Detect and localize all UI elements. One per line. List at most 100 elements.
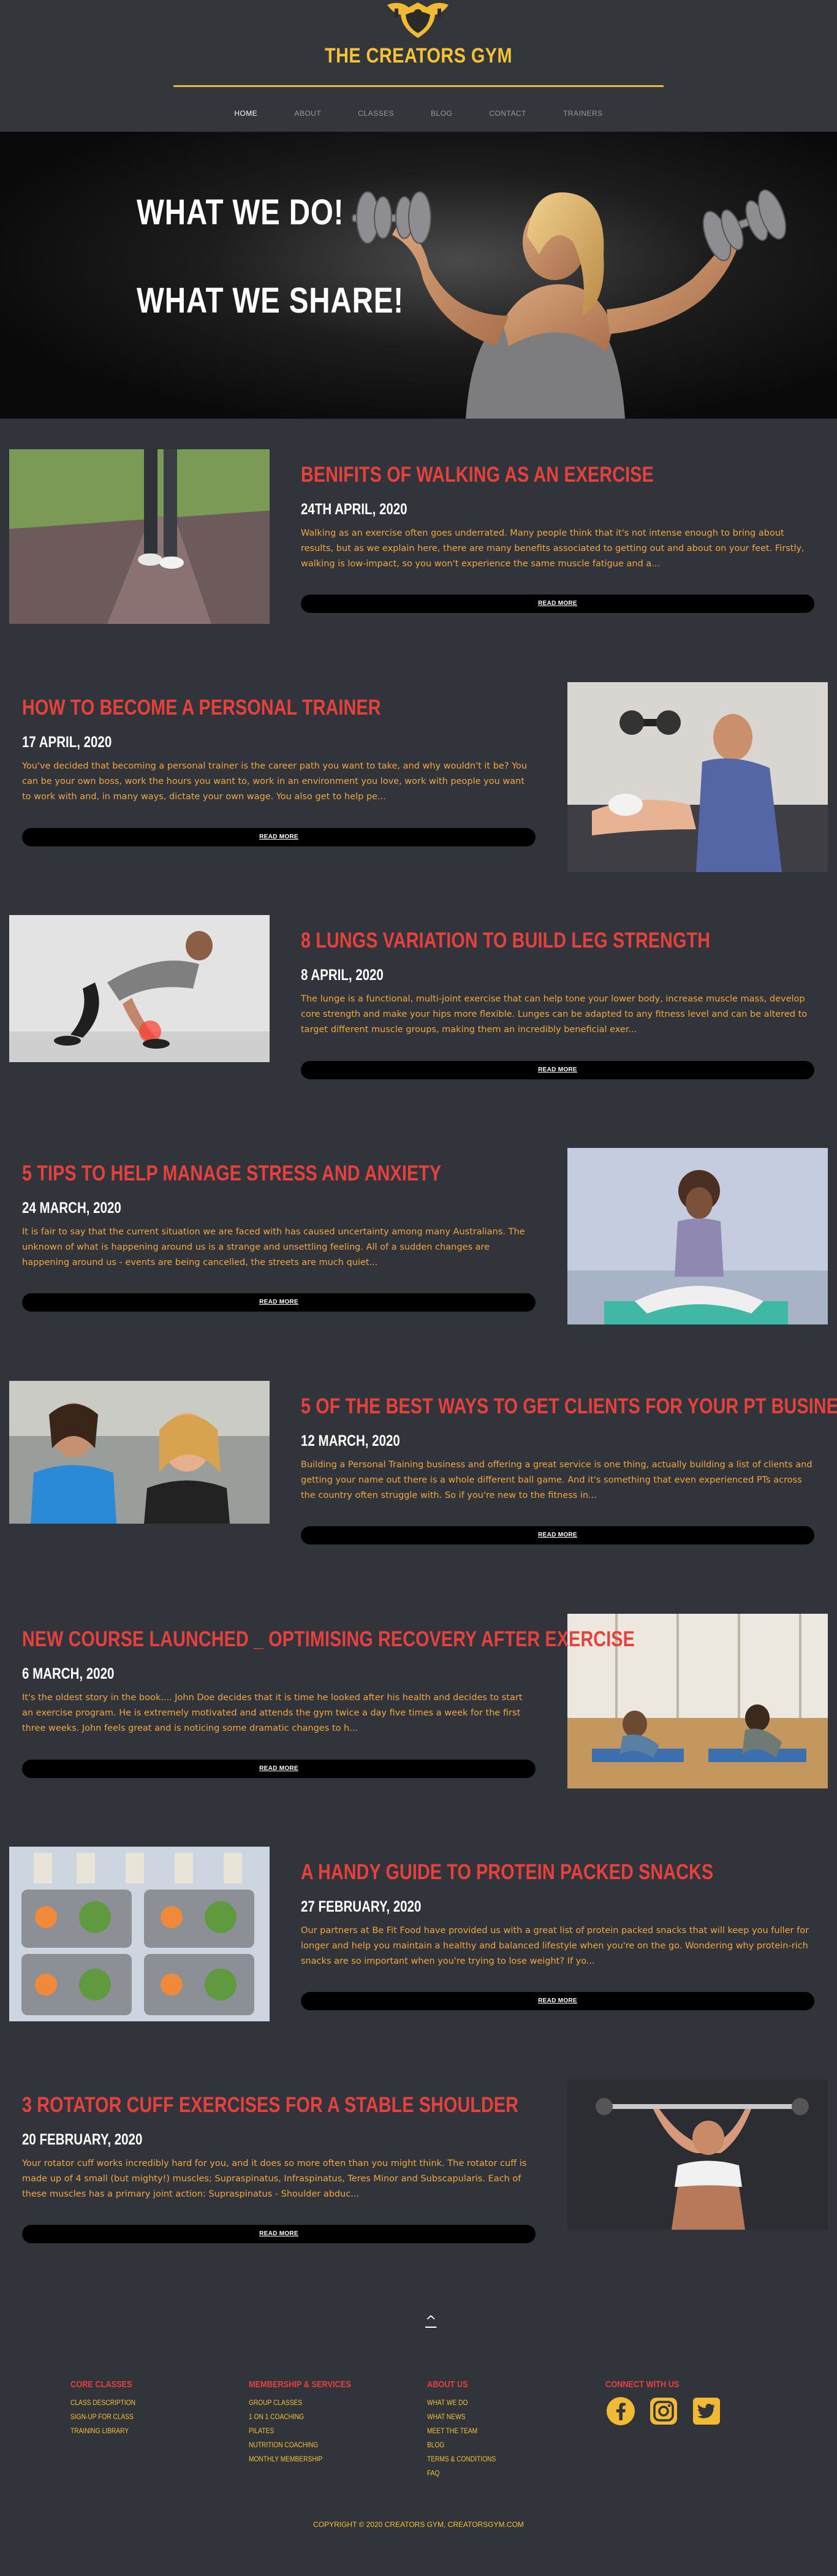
- twitter-icon[interactable]: [691, 2396, 722, 2426]
- post-date: 6 MARCH, 2020: [22, 1665, 115, 1682]
- post-date: 20 FEBRUARY, 2020: [22, 2131, 143, 2148]
- post-image-meditation[interactable]: [567, 1148, 828, 1324]
- post-date: 12 MARCH, 2020: [301, 1432, 400, 1449]
- footer-link[interactable]: SIGN-UP FOR CLASS: [70, 2410, 135, 2424]
- post-date: 24TH APRIL, 2020: [301, 501, 407, 518]
- read-more-button[interactable]: READ MORE: [301, 595, 814, 613]
- footer-link[interactable]: BLOG: [427, 2438, 496, 2452]
- post-content: BENIFITS OF WALKING AS AN EXERCISE 24TH …: [301, 463, 814, 572]
- footer-link[interactable]: 1 ON 1 COACHING: [249, 2410, 351, 2424]
- blog-post: NEW COURSE LAUNCHED _ OPTIMISING RECOVER…: [0, 1614, 837, 1847]
- footer-heading: MEMBERSHIP & SERVICES: [249, 2379, 351, 2390]
- nav-contact[interactable]: CONTACT: [471, 109, 545, 118]
- post-title[interactable]: 3 ROTATOR CUFF EXERCISES FOR A STABLE SH…: [22, 2093, 518, 2118]
- hero-heading-secondary: WHAT WE SHARE!: [137, 281, 404, 321]
- blog-post: 3 ROTATOR CUFF EXERCISES FOR A STABLE SH…: [0, 2080, 837, 2312]
- post-excerpt: Our partners at Be Fit Food have provide…: [301, 1926, 809, 1966]
- post-excerpt: Your rotator cuff works incredibly hard …: [22, 2159, 527, 2199]
- footer-link[interactable]: MEET THE TEAM: [427, 2424, 496, 2438]
- hero-athlete-image: [0, 132, 837, 419]
- nav-blog[interactable]: BLOG: [412, 109, 471, 118]
- read-more-button[interactable]: READ MORE: [22, 828, 536, 846]
- read-more-button[interactable]: READ MORE: [301, 1526, 814, 1544]
- post-content: A HANDY GUIDE TO PROTEIN PACKED SNACKS 2…: [301, 1860, 814, 1969]
- blog-post-list: BENIFITS OF WALKING AS AN EXERCISE 24TH …: [0, 419, 837, 2312]
- nav-about[interactable]: ABOUT: [276, 109, 339, 118]
- facebook-icon[interactable]: [605, 2396, 636, 2426]
- post-content: 3 ROTATOR CUFF EXERCISES FOR A STABLE SH…: [22, 2093, 536, 2202]
- post-title[interactable]: HOW TO BECOME A PERSONAL TRAINER: [22, 696, 443, 720]
- post-image-walking[interactable]: [9, 449, 270, 624]
- post-date: 17 APRIL, 2020: [22, 734, 112, 751]
- footer-link[interactable]: WHAT WE DO: [427, 2396, 496, 2410]
- read-more-button[interactable]: READ MORE: [22, 1760, 536, 1778]
- footer-link[interactable]: FAQ: [427, 2466, 496, 2480]
- post-image-snacks[interactable]: [9, 1847, 270, 2021]
- instagram-icon[interactable]: [648, 2396, 679, 2426]
- footer-link[interactable]: CLASS DESCRIPTION: [70, 2396, 135, 2410]
- post-title[interactable]: A HANDY GUIDE TO PROTEIN PACKED SNACKS: [301, 1860, 722, 1885]
- blog-post: A HANDY GUIDE TO PROTEIN PACKED SNACKS 2…: [0, 1847, 837, 2080]
- post-excerpt: Building a Personal Training business an…: [301, 1460, 812, 1500]
- site-footer: CORE CLASSES CLASS DESCRIPTION SIGN-UP F…: [0, 2366, 837, 2576]
- post-title[interactable]: NEW COURSE LAUNCHED _ OPTIMISING RECOVER…: [22, 1627, 635, 1652]
- gym-logo-icon[interactable]: [381, 0, 455, 42]
- nav-classes[interactable]: CLASSES: [339, 109, 412, 118]
- footer-column-membership: MEMBERSHIP & SERVICES GROUP CLASSES 1 ON…: [249, 2379, 369, 2466]
- footer-column-core-classes: CORE CLASSES CLASS DESCRIPTION SIGN-UP F…: [70, 2379, 147, 2438]
- footer-link[interactable]: NUTRITION COACHING: [249, 2438, 351, 2452]
- blog-post: BENIFITS OF WALKING AS AN EXERCISE 24TH …: [0, 449, 837, 682]
- post-image-sprinter[interactable]: [9, 915, 270, 1062]
- blog-post: HOW TO BECOME A PERSONAL TRAINER 17 APRI…: [0, 682, 837, 915]
- blog-post: 5 TIPS TO HELP MANAGE STRESS AND ANXIETY…: [0, 1148, 837, 1381]
- site-brand-name[interactable]: THE CREATORS GYM: [62, 44, 774, 68]
- post-excerpt: You've decided that becoming a personal …: [22, 761, 528, 802]
- read-more-button[interactable]: READ MORE: [22, 1293, 536, 1312]
- post-excerpt: The lunge is a functional, multi-joint e…: [301, 994, 808, 1035]
- footer-column-connect: CONNECT WITH US: [605, 2379, 722, 2426]
- social-links: [605, 2396, 722, 2426]
- post-content: 5 OF THE BEST WAYS TO GET CLIENTS FOR YO…: [301, 1394, 837, 1503]
- post-content: 5 TIPS TO HELP MANAGE STRESS AND ANXIETY…: [22, 1161, 536, 1271]
- post-title[interactable]: BENIFITS OF WALKING AS AN EXERCISE: [301, 463, 722, 487]
- copyright-notice: COPYRIGHT © 2020 CREATORS GYM, CREATORSG…: [313, 2520, 524, 2529]
- post-image-trainer[interactable]: [567, 682, 828, 872]
- post-excerpt: It's the oldest story in the book.... Jo…: [22, 1693, 523, 1733]
- post-date: 24 MARCH, 2020: [22, 1199, 121, 1217]
- nav-home[interactable]: HOME: [216, 109, 276, 118]
- hero-heading-primary: WHAT WE DO!: [137, 192, 344, 232]
- footer-link[interactable]: TERMS & CONDITIONS: [427, 2452, 496, 2466]
- read-more-button[interactable]: READ MORE: [22, 2225, 536, 2243]
- footer-heading: CONNECT WITH US: [605, 2379, 680, 2390]
- footer-link[interactable]: MONTHLY MEMBERSHIP: [249, 2452, 351, 2466]
- footer-link[interactable]: PILATES: [249, 2424, 351, 2438]
- post-date: 27 FEBRUARY, 2020: [301, 1898, 422, 1915]
- post-title[interactable]: 5 OF THE BEST WAYS TO GET CLIENTS FOR YO…: [301, 1394, 837, 1419]
- footer-link[interactable]: GROUP CLASSES: [249, 2396, 351, 2410]
- post-content: HOW TO BECOME A PERSONAL TRAINER 17 APRI…: [22, 696, 536, 805]
- post-title[interactable]: 5 TIPS TO HELP MANAGE STRESS AND ANXIETY: [22, 1161, 443, 1186]
- blog-post: 8 LUNGS VARIATION TO BUILD LEG STRENGTH …: [0, 915, 837, 1148]
- blog-post: 5 OF THE BEST WAYS TO GET CLIENTS FOR YO…: [0, 1381, 837, 1614]
- read-more-button[interactable]: READ MORE: [301, 1992, 814, 2010]
- post-image-rotator-cuff[interactable]: [567, 2080, 828, 2230]
- post-content: NEW COURSE LAUNCHED _ OPTIMISING RECOVER…: [22, 1627, 635, 1736]
- post-image-clients[interactable]: [9, 1381, 270, 1524]
- footer-column-about: ABOUT US WHAT WE DO WHAT NEWS MEET THE T…: [427, 2379, 508, 2480]
- main-nav: HOME ABOUT CLASSES BLOG CONTACT TRAINERS: [0, 109, 837, 118]
- footer-link[interactable]: WHAT NEWS: [427, 2410, 496, 2424]
- post-title[interactable]: 8 LUNGS VARIATION TO BUILD LEG STRENGTH: [301, 929, 722, 953]
- post-date: 8 APRIL, 2020: [301, 967, 384, 984]
- post-excerpt: It is fair to say that the current situa…: [22, 1227, 525, 1267]
- footer-heading: ABOUT US: [427, 2379, 468, 2390]
- back-to-top-icon[interactable]: ^: [425, 2314, 436, 2329]
- hero-banner: WHAT WE DO! WHAT WE SHARE!: [0, 132, 837, 419]
- post-content: 8 LUNGS VARIATION TO BUILD LEG STRENGTH …: [301, 929, 814, 1038]
- brand-divider: [173, 85, 664, 87]
- footer-link[interactable]: TRAINING LIBRARY: [70, 2424, 135, 2438]
- site-header: THE CREATORS GYM HOME ABOUT CLASSES BLOG…: [0, 0, 837, 132]
- post-excerpt: Walking as an exercise often goes underr…: [301, 528, 805, 569]
- footer-heading: CORE CLASSES: [70, 2379, 132, 2390]
- nav-trainers[interactable]: TRAINERS: [545, 109, 621, 118]
- read-more-button[interactable]: READ MORE: [301, 1061, 814, 1079]
